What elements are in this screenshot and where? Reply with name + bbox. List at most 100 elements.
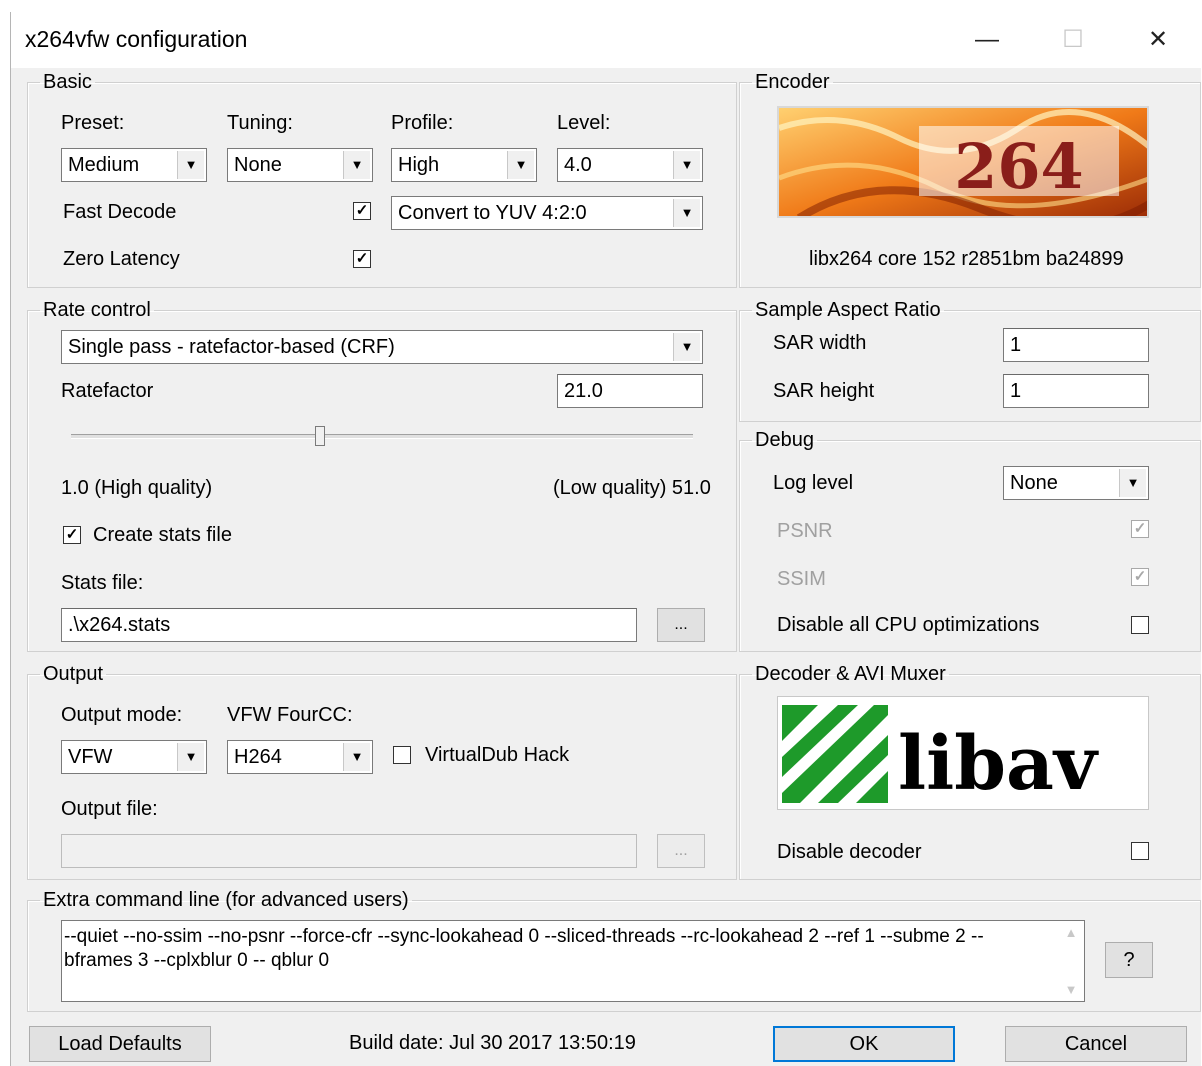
- psnr-checkbox: ✓: [1131, 520, 1149, 538]
- chevron-down-icon: ▼: [673, 333, 700, 361]
- preset-label: Preset:: [61, 112, 125, 134]
- decoder-legend: Decoder & AVI Muxer: [755, 663, 946, 685]
- ratefactor-label: Ratefactor: [61, 380, 154, 402]
- extra-cmdline-legend: Extra command line (for advanced users): [43, 889, 409, 911]
- fourcc-label: VFW FourCC:: [227, 704, 353, 726]
- logo-text: 264: [954, 130, 1083, 203]
- disable-cpu-label: Disable all CPU optimizations: [777, 614, 1040, 636]
- zero-latency-label: Zero Latency: [63, 248, 180, 270]
- output-file-label: Output file:: [61, 798, 158, 820]
- config-dialog: x264vfw configuration — ☐ ✕ Basic Preset…: [10, 12, 1201, 1066]
- preset-dropdown[interactable]: Medium ▼: [61, 148, 207, 182]
- x264-logo: 264: [777, 106, 1149, 218]
- sar-width-value: 1: [1010, 334, 1022, 356]
- sar-legend: Sample Aspect Ratio: [755, 299, 941, 321]
- rate-mode-value: Single pass - ratefactor-based (CRF): [68, 336, 395, 358]
- libav-logo: libav: [777, 696, 1149, 810]
- chevron-down-icon: ▼: [343, 743, 370, 771]
- basic-legend: Basic: [43, 71, 92, 93]
- log-level-value: None: [1010, 472, 1058, 494]
- scroll-down-icon[interactable]: ▼: [1058, 982, 1084, 997]
- vdub-hack-label: VirtualDub Hack: [425, 744, 570, 766]
- extra-cmdline-value: --quiet --no-ssim --no-psnr --force-cfr …: [64, 926, 984, 971]
- window-title: x264vfw configuration: [25, 26, 248, 52]
- rate-control-legend: Rate control: [43, 299, 151, 321]
- stats-file-input[interactable]: .\x264.stats: [61, 608, 637, 642]
- extra-cmdline-textarea[interactable]: --quiet --no-ssim --no-psnr --force-cfr …: [61, 920, 1085, 1002]
- level-dropdown[interactable]: 4.0 ▼: [557, 148, 703, 182]
- sar-height-input[interactable]: 1: [1003, 374, 1149, 408]
- profile-dropdown[interactable]: High ▼: [391, 148, 537, 182]
- maximize-button: ☐: [1062, 26, 1084, 53]
- tuning-value: None: [234, 154, 282, 176]
- chevron-down-icon: ▼: [673, 199, 700, 227]
- stats-file-label: Stats file:: [61, 572, 144, 594]
- log-level-label: Log level: [773, 472, 854, 494]
- disable-decoder-label: Disable decoder: [777, 841, 922, 863]
- sar-height-value: 1: [1010, 380, 1022, 402]
- cancel-button[interactable]: Cancel: [1005, 1026, 1187, 1062]
- disable-decoder-checkbox[interactable]: [1131, 842, 1149, 860]
- ratefactor-input[interactable]: 21.0: [557, 374, 703, 408]
- chevron-down-icon: ▼: [343, 151, 370, 179]
- tuning-label: Tuning:: [227, 112, 293, 134]
- ratefactor-value: 21.0: [564, 380, 603, 402]
- chevron-down-icon: ▼: [1119, 469, 1146, 497]
- preset-value: Medium: [68, 154, 140, 176]
- ok-button[interactable]: OK: [773, 1026, 955, 1062]
- chevron-down-icon: ▼: [177, 743, 204, 771]
- disable-cpu-checkbox[interactable]: [1131, 616, 1149, 634]
- output-mode-dropdown[interactable]: VFW ▼: [61, 740, 207, 774]
- build-date: Build date: Jul 30 2017 13:50:19: [349, 1032, 636, 1054]
- load-defaults-button[interactable]: Load Defaults: [29, 1026, 211, 1062]
- profile-label: Profile:: [391, 112, 454, 134]
- zero-latency-checkbox[interactable]: ✓: [353, 250, 371, 268]
- chevron-down-icon: ▼: [507, 151, 534, 179]
- profile-value: High: [398, 154, 440, 176]
- create-stats-checkbox[interactable]: ✓: [63, 526, 81, 544]
- chevron-down-icon: ▼: [177, 151, 204, 179]
- ratefactor-slider-thumb[interactable]: [314, 426, 325, 446]
- chevron-down-icon: ▼: [673, 151, 700, 179]
- output-legend: Output: [43, 663, 104, 685]
- fast-decode-label: Fast Decode: [63, 201, 177, 223]
- ssim-label: SSIM: [777, 568, 826, 590]
- output-mode-value: VFW: [68, 746, 113, 768]
- psnr-label: PSNR: [777, 520, 833, 542]
- scrollbar[interactable]: ▲ ▼: [1058, 921, 1084, 1001]
- minimize-button[interactable]: —: [964, 12, 1010, 68]
- encoder-version: libx264 core 152 r2851bm ba24899: [809, 248, 1124, 270]
- title-bar[interactable]: x264vfw configuration — ☐ ✕: [11, 12, 1201, 68]
- sar-height-label: SAR height: [773, 380, 875, 402]
- vdub-hack-checkbox[interactable]: [393, 746, 411, 764]
- sar-width-input[interactable]: 1: [1003, 328, 1149, 362]
- fast-decode-checkbox[interactable]: ✓: [353, 202, 371, 220]
- debug-legend: Debug: [755, 429, 814, 451]
- level-label: Level:: [557, 112, 611, 134]
- stats-file-value: .\x264.stats: [68, 614, 171, 636]
- ssim-checkbox: ✓: [1131, 568, 1149, 586]
- encoder-legend: Encoder: [755, 71, 830, 93]
- scroll-up-icon[interactable]: ▲: [1058, 925, 1084, 940]
- output-file-input: [61, 834, 637, 868]
- fourcc-value: H264: [234, 746, 282, 768]
- create-stats-label: Create stats file: [93, 524, 232, 546]
- close-button[interactable]: ✕: [1135, 12, 1181, 68]
- slider-min-label: 1.0 (High quality): [61, 477, 213, 499]
- slider-max-label: (Low quality) 51.0: [553, 477, 711, 499]
- log-level-dropdown[interactable]: None ▼: [1003, 466, 1149, 500]
- stats-browse-button[interactable]: ...: [657, 608, 705, 642]
- ratefactor-slider-track[interactable]: [71, 434, 693, 439]
- level-value: 4.0: [564, 154, 592, 176]
- tuning-dropdown[interactable]: None ▼: [227, 148, 373, 182]
- colorspace-value: Convert to YUV 4:2:0: [398, 202, 587, 224]
- libav-text: libav: [898, 721, 1099, 807]
- fourcc-dropdown[interactable]: H264 ▼: [227, 740, 373, 774]
- libav-logo-icon: libav: [782, 705, 1099, 807]
- help-button[interactable]: ?: [1105, 942, 1153, 978]
- output-mode-label: Output mode:: [61, 704, 183, 726]
- flame-logo-icon: 264: [779, 108, 1147, 216]
- sar-width-label: SAR width: [773, 332, 867, 354]
- colorspace-dropdown[interactable]: Convert to YUV 4:2:0 ▼: [391, 196, 703, 230]
- rate-mode-dropdown[interactable]: Single pass - ratefactor-based (CRF) ▼: [61, 330, 703, 364]
